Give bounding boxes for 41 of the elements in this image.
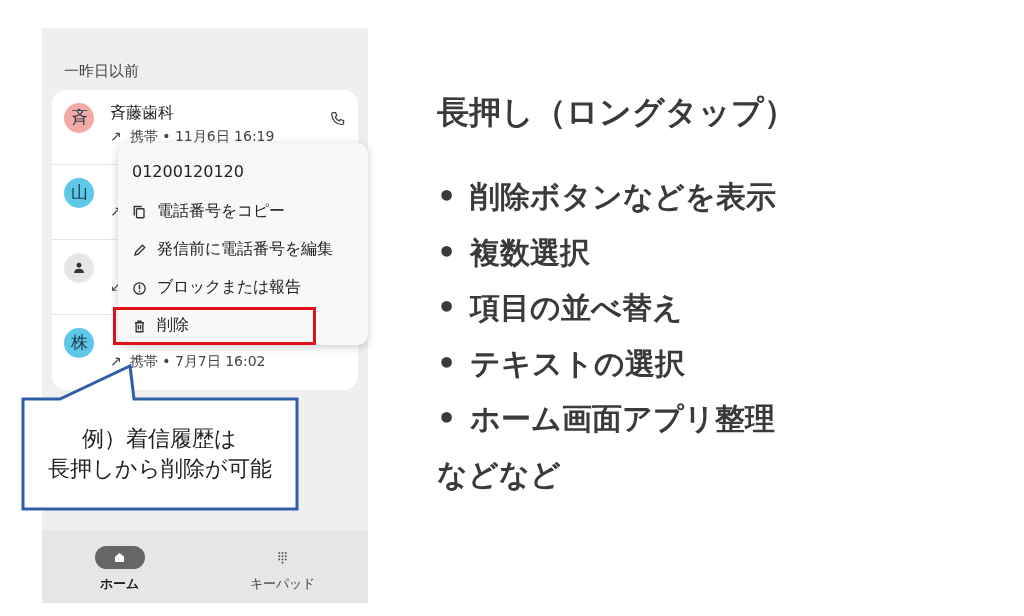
bullet-marker: • xyxy=(437,344,457,383)
menu-item-label: 削除 xyxy=(157,315,189,337)
bullet-marker: • xyxy=(437,400,457,438)
bullet-text: 項目の並べ替え xyxy=(470,289,684,327)
copy-icon xyxy=(132,204,147,220)
avatar: 斉 xyxy=(64,103,94,133)
menu-item[interactable]: ブロックまたは報告 xyxy=(118,269,368,307)
callout-text: 例）着信履歴は xyxy=(82,425,237,453)
home-icon xyxy=(113,551,127,564)
bullet-marker: • xyxy=(437,233,457,272)
contact-name: 斉藤歯科 xyxy=(110,103,175,123)
avatar: 株 xyxy=(64,328,94,358)
bullet-text: 複数選択 xyxy=(470,233,591,272)
call-direction-arrow: ↗ xyxy=(110,127,122,146)
keypad-icon xyxy=(276,551,290,564)
menu-item-label: 発信前に電話番号を編集 xyxy=(157,239,333,261)
bullet-text: ホーム画面アプリ整理 xyxy=(470,400,776,438)
call-details: 携帯 • 7月7日 16:02 xyxy=(129,352,266,371)
callout-text: 長押しから削除が可能 xyxy=(47,455,272,483)
section-label: 一昨日以前 xyxy=(63,61,140,82)
person-icon xyxy=(72,261,86,275)
pencil-icon xyxy=(132,242,147,258)
menu-item-label: ブロックまたは報告 xyxy=(157,277,301,299)
slide-title: 長押し（ロングタップ） xyxy=(437,92,796,133)
menu-item-label: 電話番号をコピー xyxy=(157,201,285,223)
menu-item[interactable]: 削除 xyxy=(113,307,316,345)
bullet-text: 削除ボタンなどを表示 xyxy=(470,178,777,216)
call-details: 携帯 • 11月6日 16:19 xyxy=(129,127,275,146)
nav-tab[interactable]: キーパッド xyxy=(197,530,368,603)
avatar: 山 xyxy=(64,178,94,208)
trash-icon xyxy=(132,318,147,334)
phone-icon xyxy=(330,111,346,127)
menu-item[interactable]: 発信前に電話番号を編集 xyxy=(118,231,368,269)
bullet-marker: • xyxy=(437,289,457,327)
info-icon xyxy=(132,280,147,296)
call-direction-arrow: ↗ xyxy=(110,352,122,371)
bullet-text: テキストの選択 xyxy=(470,344,686,383)
bullet-marker: • xyxy=(437,178,457,216)
nav-tab[interactable]: ホーム xyxy=(42,530,198,603)
slide-footer-text: などなど xyxy=(437,455,562,494)
menu-item[interactable]: 電話番号をコピー xyxy=(118,193,368,231)
